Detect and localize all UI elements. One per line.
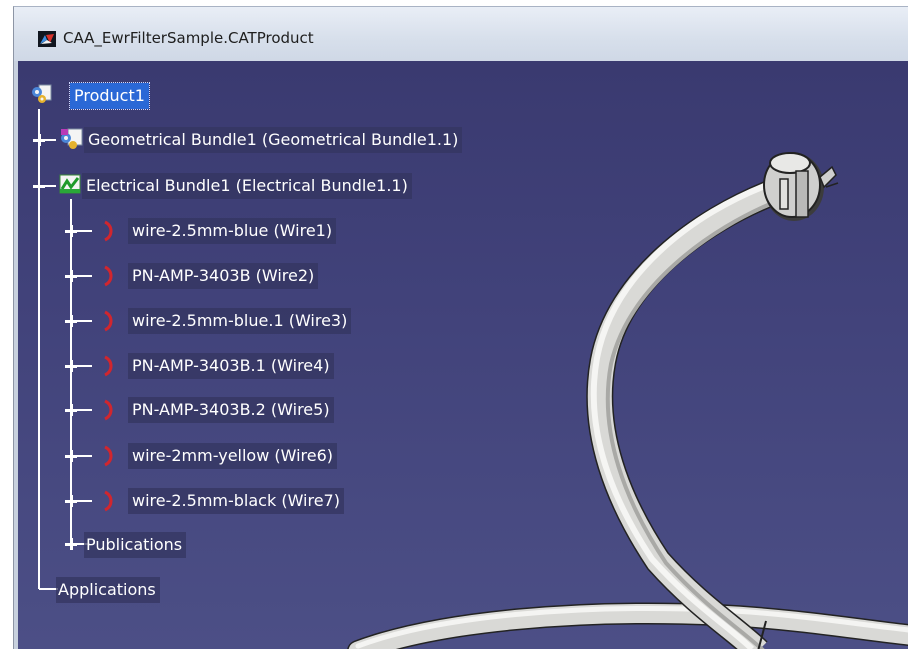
- tree-label-wire[interactable]: wire-2.5mm-blue (Wire1): [128, 218, 337, 244]
- expand-icon[interactable]: [65, 270, 77, 282]
- wire-icon: [104, 220, 113, 242]
- expand-icon[interactable]: [65, 450, 77, 462]
- tree-label-geometrical-bundle[interactable]: Geometrical Bundle1 (Geometrical Bundle1…: [84, 127, 463, 153]
- window-title: CAA_EwrFilterSample.CATProduct: [63, 29, 314, 47]
- tree-label-wire[interactable]: wire-2mm-yellow (Wire6): [128, 443, 338, 469]
- expand-icon[interactable]: [65, 315, 77, 327]
- wire-icon: [104, 490, 113, 512]
- 3d-viewport[interactable]: Product1 Geometrical Bundle1 (Geometrica…: [18, 61, 908, 649]
- expand-icon[interactable]: [65, 225, 77, 237]
- tree-label-wire[interactable]: PN-AMP-3403B.2 (Wire5): [128, 397, 334, 423]
- electrical-bundle-icon: [59, 174, 81, 194]
- expand-icon[interactable]: [33, 134, 45, 146]
- tree-label-publications[interactable]: Publications: [84, 532, 187, 558]
- wire-icon: [104, 355, 113, 377]
- wire-icon: [104, 445, 113, 467]
- catia-document-icon: [38, 31, 56, 47]
- tree-label-wire[interactable]: wire-2.5mm-black (Wire7): [128, 488, 344, 514]
- tree-label-electrical-bundle[interactable]: Electrical Bundle1 (Electrical Bundle1.1…: [82, 173, 412, 199]
- collapse-icon[interactable]: [33, 180, 45, 192]
- tree-label-wire[interactable]: PN-AMP-3403B.1 (Wire4): [128, 353, 334, 379]
- tree-label-wire[interactable]: wire-2.5mm-blue.1 (Wire3): [128, 308, 352, 334]
- wire-icon: [104, 265, 113, 287]
- tree-label-applications[interactable]: Applications: [56, 577, 160, 603]
- wire-icon: [104, 310, 113, 332]
- wire-icon: [104, 399, 113, 421]
- tree-label-product1[interactable]: Product1: [69, 82, 150, 110]
- expand-icon[interactable]: [65, 404, 77, 416]
- expand-icon[interactable]: [65, 495, 77, 507]
- expand-icon[interactable]: [65, 538, 77, 550]
- geometrical-bundle-icon: [61, 128, 83, 149]
- title-bar[interactable]: CAA_EwrFilterSample.CATProduct: [14, 7, 908, 61]
- document-window: CAA_EwrFilterSample.CATProduct Product1 …: [13, 6, 908, 649]
- product-icon: [32, 84, 52, 103]
- expand-icon[interactable]: [65, 360, 77, 372]
- tree-label-wire[interactable]: PN-AMP-3403B (Wire2): [128, 263, 319, 289]
